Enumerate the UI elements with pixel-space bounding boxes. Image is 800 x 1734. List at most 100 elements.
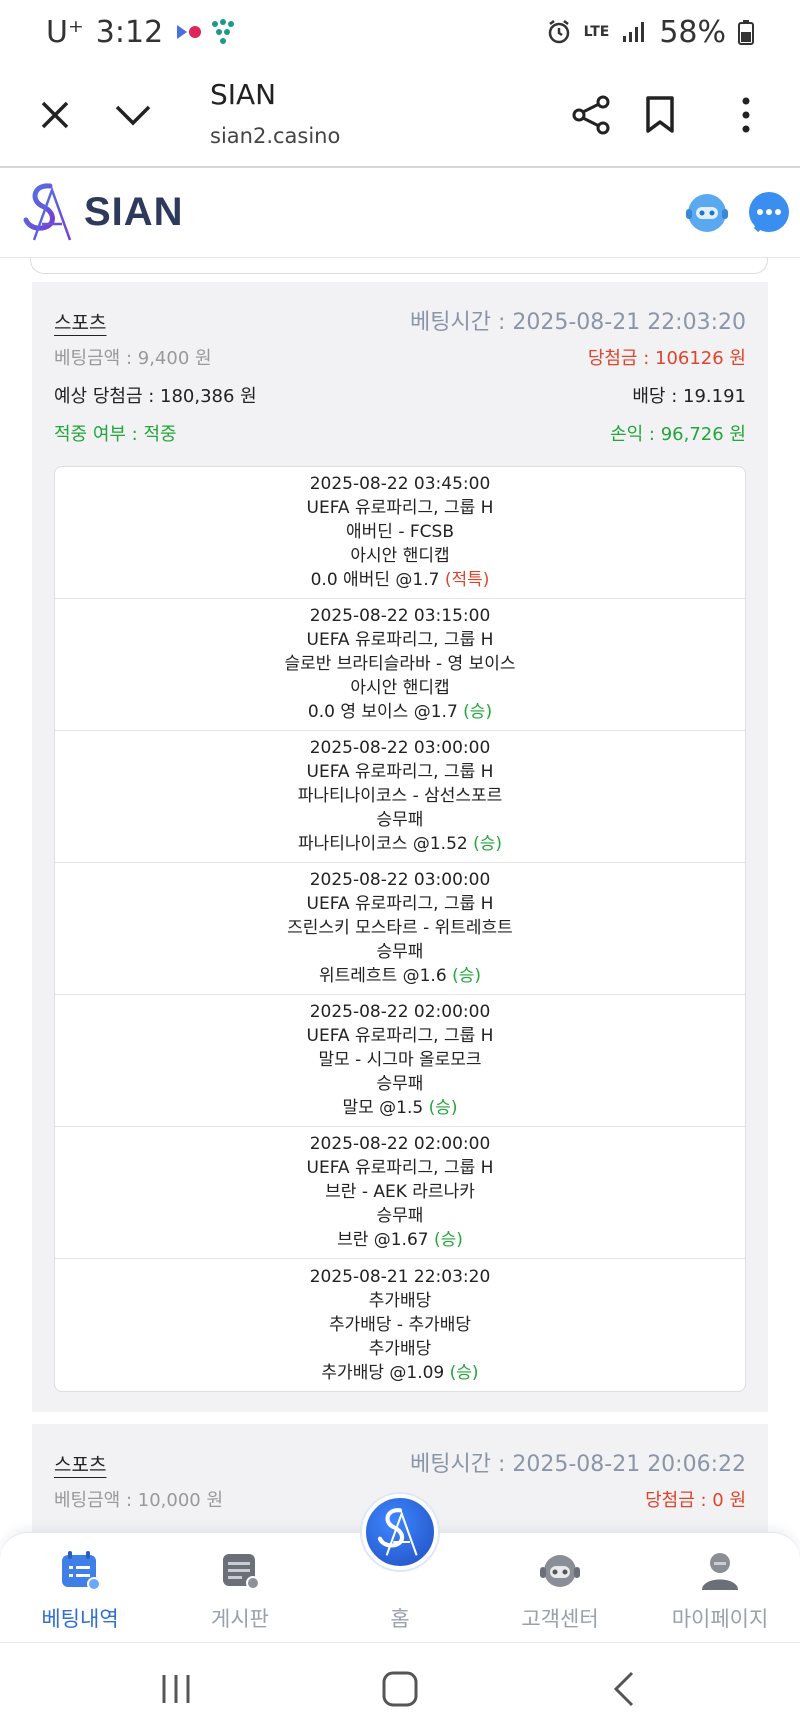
- home-button-icon[interactable]: [380, 1669, 420, 1709]
- nav-label: 게시판: [211, 1607, 269, 1631]
- pick-selection-line: 위트레흐트 @1.6 (승): [319, 965, 481, 988]
- logo-mark-icon[interactable]: [20, 180, 80, 244]
- battery-percent: 58%: [659, 14, 726, 50]
- pick-result: (승): [473, 834, 503, 854]
- nav-label: 마이페이지: [671, 1607, 769, 1631]
- alarm-icon: [548, 20, 569, 44]
- pick-selection: 위트레흐트 @1.6: [319, 966, 447, 986]
- nav-mypage[interactable]: 마이페이지: [650, 1533, 790, 1643]
- chat-icon[interactable]: [746, 190, 792, 236]
- bet-time: 베팅시간 : 2025-08-21 20:06:22: [409, 1452, 746, 1477]
- status-right: LTE 58%: [546, 15, 754, 50]
- pick-league: UEFA 유로파리그, 그룹 H: [306, 630, 494, 650]
- pick-market: 승무패: [376, 942, 424, 962]
- calendar-list-icon: [57, 1547, 103, 1593]
- picks-table: 2025-08-22 03:45:00 UEFA 유로파리그, 그룹 H 애버딘…: [54, 466, 746, 1392]
- network-label: LTE: [583, 24, 610, 40]
- pick-selection-line: 브란 @1.67 (승): [337, 1229, 463, 1252]
- pick-item: 2025-08-21 22:03:20 추가배당 추가배당 - 추가배당 추가배…: [55, 1259, 745, 1391]
- page-title: SIAN: [210, 78, 277, 111]
- bet-card: 스포츠 베팅시간 : 2025-08-21 22:03:20 베팅금액 : 9,…: [32, 282, 768, 1412]
- pick-match: 추가배당 - 추가배당: [328, 1314, 472, 1335]
- pick-market: 아시안 핸디캡: [350, 678, 450, 698]
- recent-apps-icon[interactable]: [158, 1671, 194, 1707]
- pick-selection-line: 말모 @1.5 (승): [342, 1097, 457, 1120]
- pick-result: (승): [434, 1230, 463, 1250]
- pick-league: 추가배당: [368, 1290, 432, 1311]
- pick-match: 브란 - AEK 라르나카: [325, 1182, 475, 1202]
- pick-match: 파나티나이코스 - 삼선스포르: [297, 786, 503, 806]
- pick-datetime: 2025-08-22 02:00:00: [309, 1134, 491, 1154]
- pick-market: 승무패: [376, 1074, 424, 1094]
- pick-datetime: 2025-08-22 03:45:00: [309, 474, 491, 494]
- pick-result: (승): [463, 702, 493, 722]
- pick-item: 2025-08-22 02:00:00 UEFA 유로파리그, 그룹 H 말모 …: [55, 995, 745, 1127]
- page-url[interactable]: sian2.casino: [210, 124, 340, 148]
- logo-text[interactable]: SIAN: [84, 190, 184, 235]
- back-icon[interactable]: [606, 1669, 642, 1709]
- pick-item: 2025-08-22 03:00:00 UEFA 유로파리그, 그룹 H 즈린스…: [55, 863, 745, 995]
- close-icon[interactable]: [34, 94, 76, 136]
- pick-selection-line: 0.0 영 보이스 @1.7 (승): [308, 701, 492, 724]
- carrier-label: U⁺: [46, 14, 84, 50]
- pick-market: 추가배당: [368, 1338, 432, 1359]
- pick-result: (승): [452, 966, 481, 986]
- pick-result: (적특): [444, 570, 490, 590]
- pick-league: UEFA 유로파리그, 그룹 H: [306, 498, 494, 518]
- status-left: U⁺ 3:12: [46, 15, 237, 50]
- pick-selection: 브란 @1.67: [337, 1230, 429, 1250]
- pick-item: 2025-08-22 03:00:00 UEFA 유로파리그, 그룹 H 파나티…: [55, 731, 745, 863]
- win-amount: 당첨금 : 0 원: [645, 1490, 746, 1511]
- bet-category: 스포츠: [54, 312, 107, 334]
- notification-icons: [175, 18, 237, 46]
- pick-selection: 파나티나이코스 @1.52: [297, 834, 468, 854]
- nav-label: 고객센터: [521, 1607, 599, 1631]
- profit: 손익 : 96,726 원: [610, 424, 746, 445]
- battery-icon: [738, 20, 754, 45]
- pick-selection-line: 파나티나이코스 @1.52 (승): [298, 833, 502, 856]
- pick-league: UEFA 유로파리그, 그룹 H: [306, 1026, 494, 1046]
- board-icon: [217, 1547, 263, 1593]
- nav-support[interactable]: 고객센터: [490, 1533, 630, 1643]
- pick-item: 2025-08-22 03:15:00 UEFA 유로파리그, 그룹 H 슬로반…: [55, 599, 745, 731]
- more-menu-icon[interactable]: [728, 90, 764, 140]
- pick-match: 슬로반 브라티슬라바 - 영 보이스: [284, 654, 516, 674]
- hit-status: 적중 여부 : 적중: [54, 424, 177, 445]
- nav-board[interactable]: 게시판: [170, 1533, 310, 1643]
- signal-icon: [623, 22, 645, 42]
- pick-result: (승): [428, 1098, 458, 1118]
- total-odds: 배당 : 19.191: [632, 386, 746, 407]
- bet-amount: 베팅금액 : 9,400 원: [54, 348, 212, 369]
- nav-label: 베팅내역: [41, 1607, 119, 1631]
- pick-datetime: 2025-08-22 02:00:00: [309, 1002, 491, 1022]
- status-bar: U⁺ 3:12 LTE 58%: [0, 0, 800, 64]
- pick-league: UEFA 유로파리그, 그룹 H: [306, 762, 494, 782]
- pick-selection-line: 추가배당 @1.09 (승): [321, 1362, 478, 1385]
- pick-item: 2025-08-22 03:45:00 UEFA 유로파리그, 그룹 H 애버딘…: [55, 467, 745, 599]
- nav-bet-history[interactable]: 베팅내역: [10, 1533, 150, 1643]
- pick-match: 말모 - 시그마 올로모크: [318, 1050, 482, 1070]
- pick-result: (승): [449, 1362, 479, 1383]
- clock: 3:12: [95, 14, 164, 50]
- bet-category: 스포츠: [54, 1454, 107, 1476]
- user-icon: [697, 1547, 743, 1593]
- expected-win: 예상 당첨금 : 180,386 원: [54, 386, 257, 407]
- pick-match: 애버딘 - FCSB: [346, 522, 454, 542]
- pick-market: 승무패: [376, 1206, 424, 1226]
- pick-selection: 추가배당 @1.09: [321, 1362, 445, 1383]
- pick-selection: 말모 @1.5: [342, 1098, 424, 1118]
- bookmark-icon[interactable]: [640, 92, 680, 138]
- chevron-down-icon[interactable]: [110, 94, 156, 136]
- pick-selection: 0.0 애버딘 @1.7: [310, 570, 440, 590]
- bet-time: 베팅시간 : 2025-08-21 22:03:20: [409, 310, 746, 335]
- support-bot-icon[interactable]: [684, 190, 730, 236]
- pick-datetime: 2025-08-21 22:03:20: [309, 1266, 491, 1287]
- share-icon[interactable]: [568, 92, 614, 138]
- browser-toolbar: SIAN sian2.casino: [0, 64, 800, 168]
- pick-match: 즈린스키 모스타르 - 위트레흐트: [287, 918, 513, 938]
- pick-selection: 0.0 영 보이스 @1.7: [307, 702, 458, 722]
- bet-history-list[interactable]: 스포츠 베팅시간 : 2025-08-21 22:03:20 베팅금액 : 9,…: [0, 258, 800, 1534]
- home-logo-icon[interactable]: [362, 1494, 438, 1570]
- nav-label: 홈: [390, 1607, 410, 1631]
- headset-icon: [537, 1547, 583, 1593]
